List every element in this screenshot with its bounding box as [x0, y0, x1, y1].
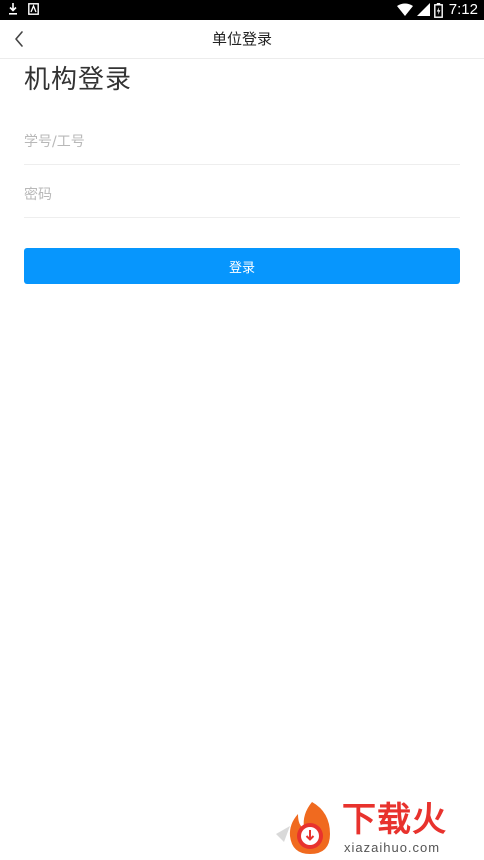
- watermark-url: xiazaihuo.com: [344, 840, 441, 855]
- password-field: [24, 177, 460, 218]
- download-icon: [9, 3, 17, 15]
- header-title: 单位登录: [211, 30, 272, 48]
- watermark: 下载火 xiazaihuo.com: [272, 796, 484, 860]
- account-field: [24, 124, 460, 165]
- battery-icon: [433, 2, 443, 18]
- login-button[interactable]: 登录: [24, 248, 460, 284]
- header: 单位登录: [0, 20, 484, 59]
- status-time: 7:12: [448, 1, 478, 18]
- status-left-icons: [8, 3, 39, 15]
- flame-logo-icon: [276, 802, 330, 854]
- status-right-icons: 7:12: [396, 1, 478, 19]
- account-input[interactable]: [24, 124, 460, 160]
- app-icon: [28, 3, 39, 15]
- page-title: 机构登录: [24, 65, 133, 95]
- status-bar: 7:12: [0, 0, 484, 20]
- wifi-icon: [396, 3, 413, 16]
- password-input[interactable]: [24, 177, 460, 213]
- signal-icon: [416, 3, 430, 16]
- watermark-brand: 下载火: [342, 800, 447, 840]
